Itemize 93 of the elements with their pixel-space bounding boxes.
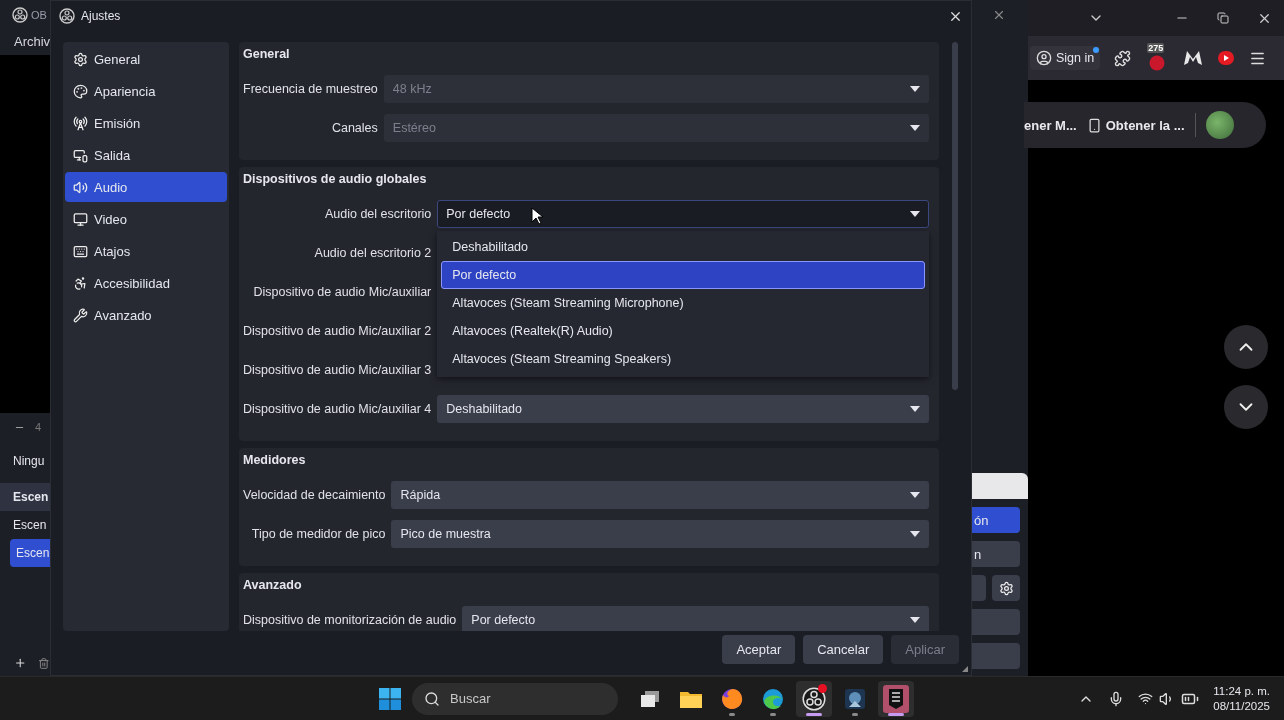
wrench-icon (73, 307, 88, 323)
field-label: Velocidad de decaimiento (243, 488, 386, 502)
dropdown-option[interactable]: Altavoces (Realtek(R) Audio) (441, 317, 925, 345)
caret-icon (910, 617, 920, 623)
field-label: Dispositivo de audio Mic/auxiliar (253, 285, 432, 299)
dialog-button[interactable]: Aceptar (722, 635, 796, 664)
keyboard-icon (73, 243, 88, 259)
avatar[interactable] (1205, 111, 1234, 139)
puzzle-icon[interactable] (1114, 49, 1132, 67)
game-emblem-icon[interactable] (843, 686, 867, 711)
caret-icon (910, 125, 920, 131)
add-icon[interactable] (14, 656, 27, 670)
caret-icon (910, 531, 920, 537)
play-icon[interactable] (1217, 49, 1236, 67)
section-title: Medidores (243, 452, 307, 469)
trash-icon[interactable] (38, 656, 50, 670)
field-label: Frecuencia de muestreo (243, 82, 378, 96)
sidebar-item[interactable]: Video (65, 204, 227, 234)
sidebar-item[interactable]: Audio (65, 172, 227, 202)
resize-grip-icon[interactable] (961, 665, 969, 673)
side-button[interactable]: ón (972, 507, 1020, 533)
window-title: OB (31, 9, 47, 21)
obs-logo-icon[interactable] (802, 686, 826, 711)
scrollbar[interactable] (952, 42, 958, 390)
palette-icon (73, 83, 88, 99)
accessibility-icon (73, 275, 88, 291)
sidebar-item[interactable]: Avanzado (65, 300, 227, 330)
windows-logo-icon[interactable] (378, 686, 402, 711)
field-label: Dispositivo de audio Mic/auxiliar 2 (243, 324, 432, 338)
search-icon (424, 690, 440, 707)
sidebar-item[interactable]: Salida (65, 140, 227, 170)
wifi-icon[interactable] (1138, 691, 1154, 706)
clock-time[interactable]: 11:24 p. m. (1213, 683, 1270, 699)
panel-header: Escen (0, 483, 50, 511)
antenna-icon (73, 115, 88, 131)
monitor-icon (73, 211, 88, 227)
bookmark-link[interactable]: Obtener la ... (1086, 117, 1185, 133)
obs-logo-icon (12, 7, 28, 23)
caret-icon (910, 406, 920, 412)
sidebar-item[interactable]: Apariencia (65, 76, 227, 106)
scene-item[interactable]: Escen (0, 511, 50, 539)
gear-icon (73, 51, 88, 67)
restore-icon[interactable] (1217, 12, 1229, 24)
header-bar (972, 473, 1028, 499)
volume-reading: 4 (35, 421, 42, 433)
caret-icon (910, 211, 920, 217)
cursor-icon (531, 207, 543, 225)
screens-icon (73, 147, 88, 163)
field-label: Audio del escritorio (324, 207, 432, 221)
scene-item[interactable]: Escen (10, 539, 50, 567)
field-label: Audio del escritorio 2 (314, 246, 432, 260)
field-label: Tipo de medidor de pico (251, 527, 386, 541)
caret-icon (910, 492, 920, 498)
field-label: Dispositivo de audio Mic/auxiliar 3 (243, 363, 432, 377)
field-label: Dispositivo de monitorización de audio (243, 613, 457, 627)
dropdown-field[interactable]: Rápida (391, 481, 929, 509)
dropdown-option[interactable]: Altavoces (Steam Streaming Microphone) (441, 289, 925, 317)
user-icon (1036, 50, 1052, 66)
section-title: Avanzado (243, 577, 303, 594)
section-title: Dispositivos de audio globales (243, 171, 428, 188)
dialog-title: Ajustes (81, 9, 121, 23)
wave-globe-icon[interactable] (761, 686, 785, 711)
caret-icon (910, 86, 920, 92)
field-label: Canales (331, 121, 378, 135)
bookmark-link[interactable]: ener M... (1024, 117, 1077, 133)
clock-date[interactable]: 08/11/2025 (1213, 698, 1270, 714)
fox-globe-icon[interactable] (720, 686, 744, 711)
sign-in-button[interactable]: Sign in (1030, 46, 1101, 70)
source-list-text: Ningu (12, 453, 46, 470)
settings-button[interactable] (992, 575, 1020, 601)
dropdown-option[interactable]: Deshabilitado (441, 233, 925, 261)
dropdown-option[interactable]: Por defecto (441, 261, 925, 289)
dropdown-field[interactable]: Deshabilitado (437, 395, 929, 423)
gear-icon (998, 580, 1014, 596)
taskbar-app[interactable] (796, 680, 832, 717)
m-logo-icon[interactable] (1183, 50, 1204, 66)
obs-logo-icon (59, 8, 75, 24)
dropdown-field[interactable]: Por defecto (437, 200, 929, 228)
search-field[interactable]: Buscar (412, 682, 618, 715)
side-button[interactable]: n (972, 541, 1020, 567)
sidebar-item[interactable]: Emisión (65, 108, 227, 138)
phone-icon (1086, 117, 1102, 133)
field-label: Dispositivo de audio Mic/auxiliar 4 (243, 402, 432, 416)
dropdown-field[interactable]: Por defecto (462, 606, 929, 631)
sidebar-item[interactable]: General (65, 44, 227, 74)
dropdown-field[interactable]: Pico de muestra (391, 520, 929, 548)
dropdown-option[interactable]: Altavoces (Steam Streaming Speakers) (441, 345, 925, 373)
windows-stack-icon[interactable] (639, 688, 661, 709)
speaker-icon (73, 179, 88, 195)
section-title: General (243, 46, 291, 63)
sidebar-item[interactable]: Accesibilidad (65, 268, 227, 298)
dialog-button[interactable]: Cancelar (803, 635, 884, 664)
sidebar-item[interactable]: Atajos (65, 236, 227, 266)
